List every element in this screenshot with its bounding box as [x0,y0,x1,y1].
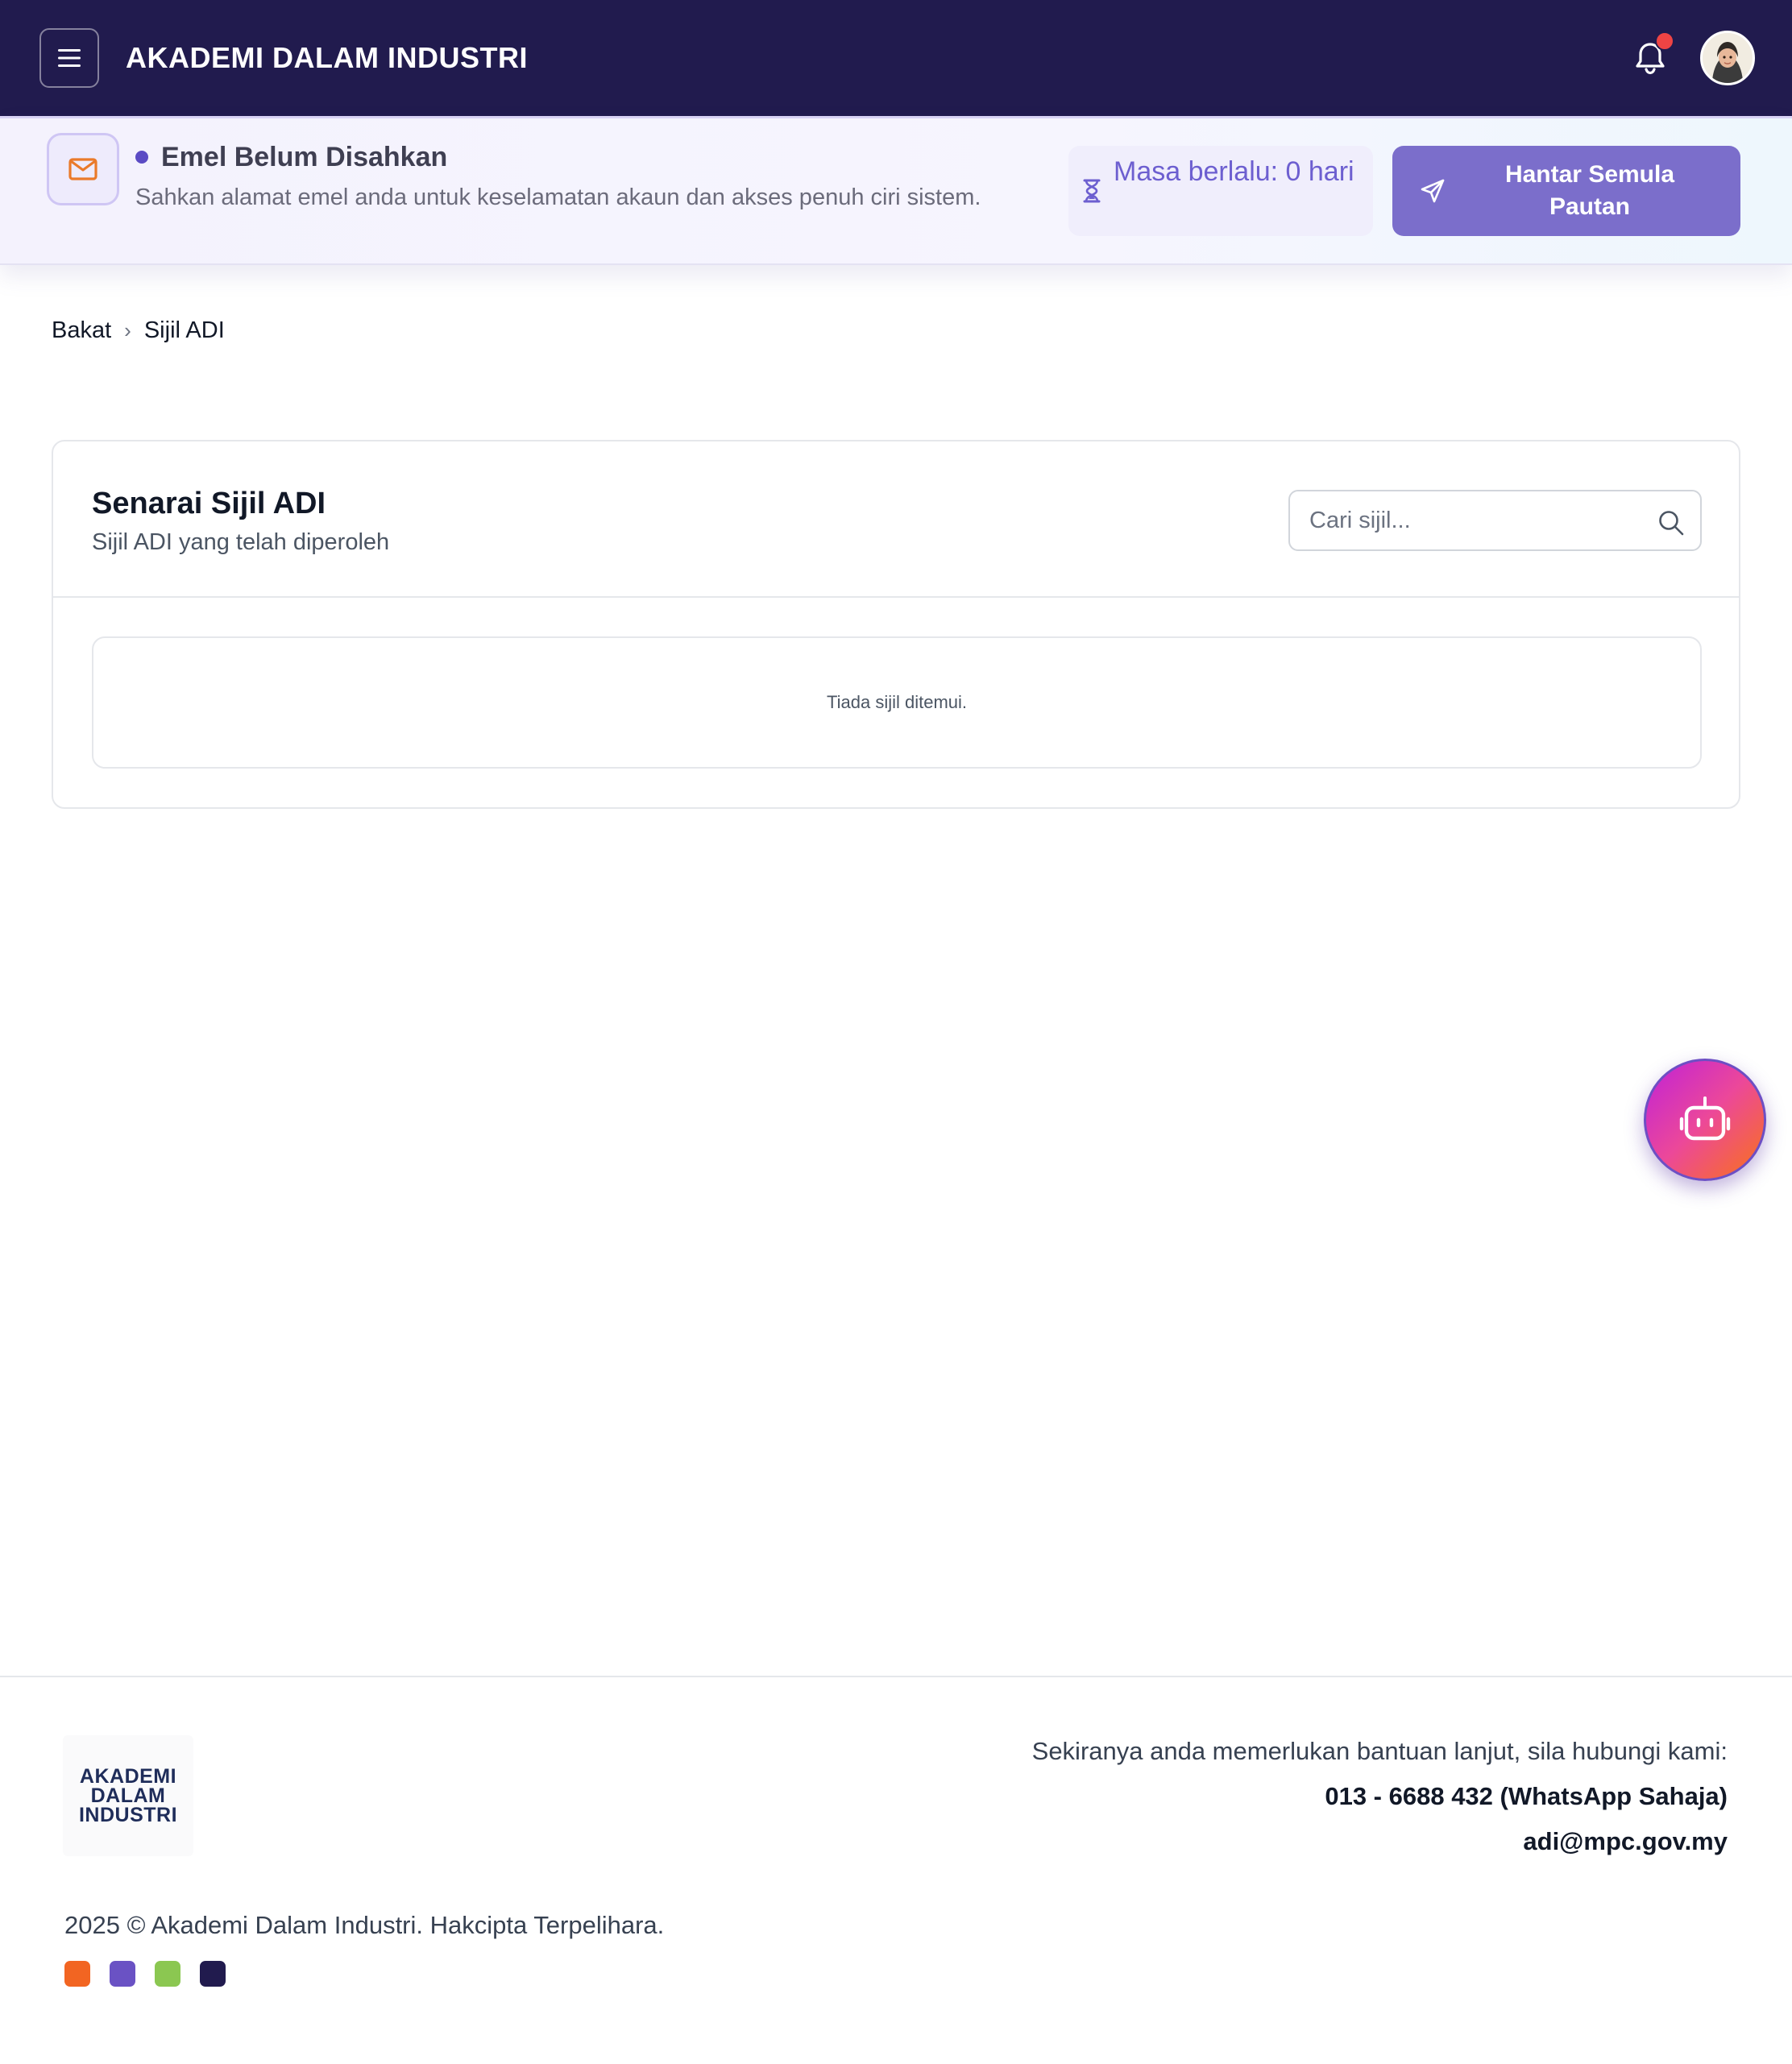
send-icon [1421,179,1445,203]
certificate-list-card: Senarai Sijil ADI Sijil ADI yang telah d… [52,440,1740,809]
empty-state: Tiada sijil ditemui. [92,636,1702,769]
menu-toggle-button[interactable] [39,28,99,88]
logo-line: AKADEMI [79,1765,177,1788]
search-icon[interactable] [1657,509,1685,537]
breadcrumb-separator: › [124,318,131,342]
brand-color-swatches [64,1961,226,1987]
contact-lead-text: Sekiranya anda memerlukan bantuan lanjut… [1031,1737,1728,1765]
card-title: Senarai Sijil ADI [92,487,326,520]
hamburger-menu-icon [58,49,81,67]
contact-phone-link[interactable]: 013 - 6688 432 (WhatsApp Sahaja) [1325,1780,1728,1813]
logo-line: INDUSTRI [78,1804,178,1826]
resend-link-label: Hantar Semula Pautan [1504,161,1675,220]
breadcrumb-item-sijil-adi: Sijil ADI [143,317,225,343]
footer-logo: AKADEMI DALAM INDUSTRI [63,1735,193,1856]
app-title: AKADEMI DALAM INDUSTRI [126,41,528,74]
brand-swatch-navy [200,1961,226,1987]
status-dot [135,151,148,164]
resend-link-button[interactable]: Hantar Semula Pautan [1392,146,1740,236]
banner-title: Emel Belum Disahkan [161,142,448,172]
chatbot-button[interactable] [1644,1059,1766,1181]
envelope-icon [68,158,97,180]
logo-line: DALAM [90,1784,166,1807]
avatar-image [1703,33,1753,83]
brand-swatch-orange [64,1961,90,1987]
brand-swatch-purple [110,1961,135,1987]
robot-icon [1679,1096,1731,1141]
contact-email-link[interactable]: adi@mpc.gov.my [1523,1826,1728,1858]
card-subtitle: Sijil ADI yang telah diperoleh [92,529,390,555]
certificate-search [1288,490,1702,551]
elapsed-time-badge: Masa berlalu: 0 hari [1068,146,1373,236]
brand-swatch-green [155,1961,180,1987]
notification-badge [1655,31,1674,51]
search-input[interactable] [1309,491,1648,549]
email-verification-banner: Emel Belum Disahkan Sahkan alamat emel a… [0,116,1792,265]
user-avatar[interactable] [1700,31,1755,85]
empty-state-message: Tiada sijil ditemui. [826,692,968,712]
envelope-icon-container [47,133,119,205]
breadcrumb: Bakat › Sijil ADI [52,317,225,344]
elapsed-time-text: Masa berlalu: 0 hari [1114,156,1354,187]
card-divider [53,596,1739,598]
breadcrumb-item-bakat[interactable]: Bakat [52,317,111,344]
top-navbar: AKADEMI DALAM INDUSTRI [0,0,1792,116]
banner-description: Sahkan alamat emel anda untuk keselamata… [135,184,981,210]
footer-divider [0,1676,1792,1677]
copyright-text: 2025 © Akademi Dalam Industri. Hakcipta … [64,1911,665,1939]
hourglass-icon [1083,179,1101,203]
